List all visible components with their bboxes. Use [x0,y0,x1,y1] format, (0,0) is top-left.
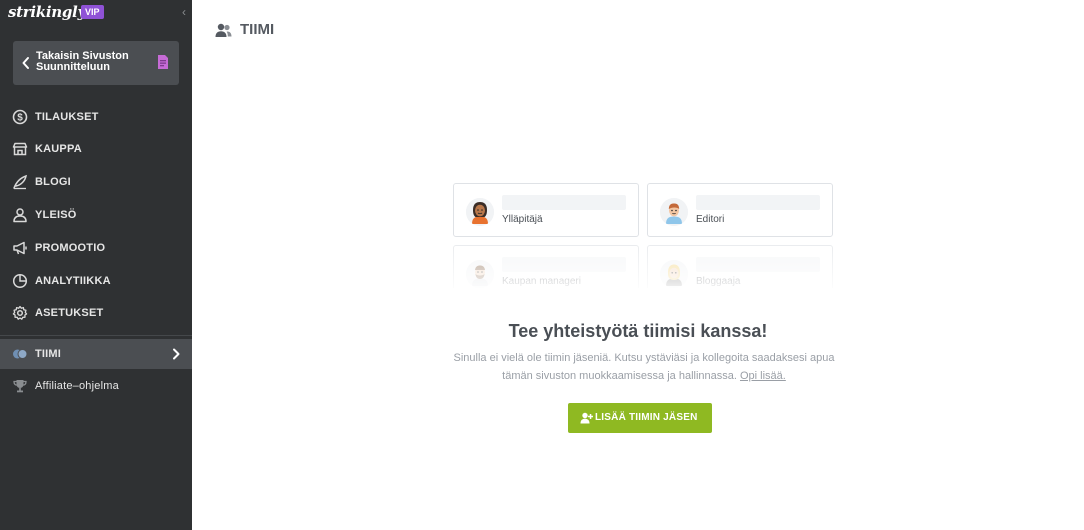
sidebar-item-label: TILAUKSET [35,111,99,123]
name-placeholder [502,257,626,272]
sidebar-item-label: YLEISÖ [35,209,77,221]
learn-more-link[interactable]: Opi lisää. [740,370,786,382]
sidebar-item-yleiso[interactable]: YLEISÖ [0,200,192,230]
role-card-blogger: Bloggaaja [647,245,833,288]
name-placeholder [502,195,626,210]
page-title: TIIMI [240,21,275,38]
sidebar-item-affiliate[interactable]: Affiliate–ohjelma [0,371,192,401]
avatar-blogger-icon [660,260,688,288]
main-content: TIIMI Ylläpitäjä Editori Kaupan manageri… [192,0,1084,530]
add-user-icon [580,412,593,424]
sidebar-item-label: PROMOOTIO [35,242,106,254]
svg-text:$: $ [17,113,23,124]
sidebar-item-promootio[interactable]: PROMOOTIO [0,233,192,263]
back-button-label: Takaisin Sivuston Suunnitteluun [36,50,129,73]
chevron-left-icon[interactable]: ‹ [178,5,190,19]
avatar-admin-icon [466,198,494,226]
audience-icon [13,208,27,223]
role-card-admin: Ylläpitäjä [453,183,639,237]
brand-logo[interactable]: strikingly [8,3,86,21]
role-card-store-manager: Kaupan manageri [453,245,639,288]
sidebar-item-blogi[interactable]: BLOGI [0,167,192,197]
sidebar-item-label: BLOGI [35,176,71,188]
sidebar-item-tilaukset[interactable]: $ TILAUKSET [0,102,192,132]
sidebar-item-label: ASETUKSET [35,307,104,319]
name-placeholder [696,195,820,210]
sidebar-item-kauppa[interactable]: KAUPPA [0,134,192,164]
sidebar: strikingly VIP ‹ Takaisin Sivuston Suunn… [0,0,192,530]
sidebar-item-tiimi[interactable]: TIIMI [0,339,192,369]
sidebar-item-label: Affiliate–ohjelma [35,380,119,392]
chevron-right-icon [173,348,180,360]
role-label: Editori [696,214,725,225]
store-icon [12,142,28,156]
logo-row: strikingly VIP ‹ [0,0,192,26]
dollar-circle-icon: $ [12,109,28,125]
role-label: Bloggaaja [696,276,741,287]
sidebar-item-label: KAUPPA [35,143,82,155]
empty-state-description: Sinulla ei vielä ole tiimin jäseniä. Kut… [438,349,850,385]
avatar-store-manager-icon [466,260,494,288]
quill-icon [13,174,27,190]
sidebar-item-analytiikka[interactable]: ANALYTIIKKA [0,266,192,296]
vip-badge: VIP [81,5,104,19]
app-root: strikingly VIP ‹ Takaisin Sivuston Suunn… [0,0,1084,530]
add-team-member-button[interactable]: LISÄÄ TIIMIN JÄSEN [568,403,712,433]
name-placeholder [696,257,820,272]
team-icon [215,23,232,37]
gear-icon [12,305,28,320]
add-button-label: LISÄÄ TIIMIN JÄSEN [595,412,698,423]
role-card-editor: Editori [647,183,833,237]
sidebar-item-asetukset[interactable]: ASETUKSET [0,298,192,328]
sidebar-item-label: TIIMI [35,348,62,360]
sidebar-divider [0,335,192,336]
empty-state-headline: Tee yhteistyötä tiimisi kanssa! [508,321,768,341]
role-cards-illustration: Ylläpitäjä Editori Kaupan manageri Blogg… [453,183,834,288]
chevron-left-icon [22,57,29,69]
pie-chart-icon [12,273,28,289]
document-icon [158,55,168,69]
trophy-icon [13,380,27,393]
avatar-editor-icon [660,198,688,226]
role-label: Kaupan manageri [502,276,581,287]
team-icon [13,349,28,359]
megaphone-icon [13,241,27,255]
back-to-editor-button[interactable]: Takaisin Sivuston Suunnitteluun [13,41,179,85]
sidebar-item-label: ANALYTIIKKA [35,275,111,287]
role-label: Ylläpitäjä [502,214,543,225]
